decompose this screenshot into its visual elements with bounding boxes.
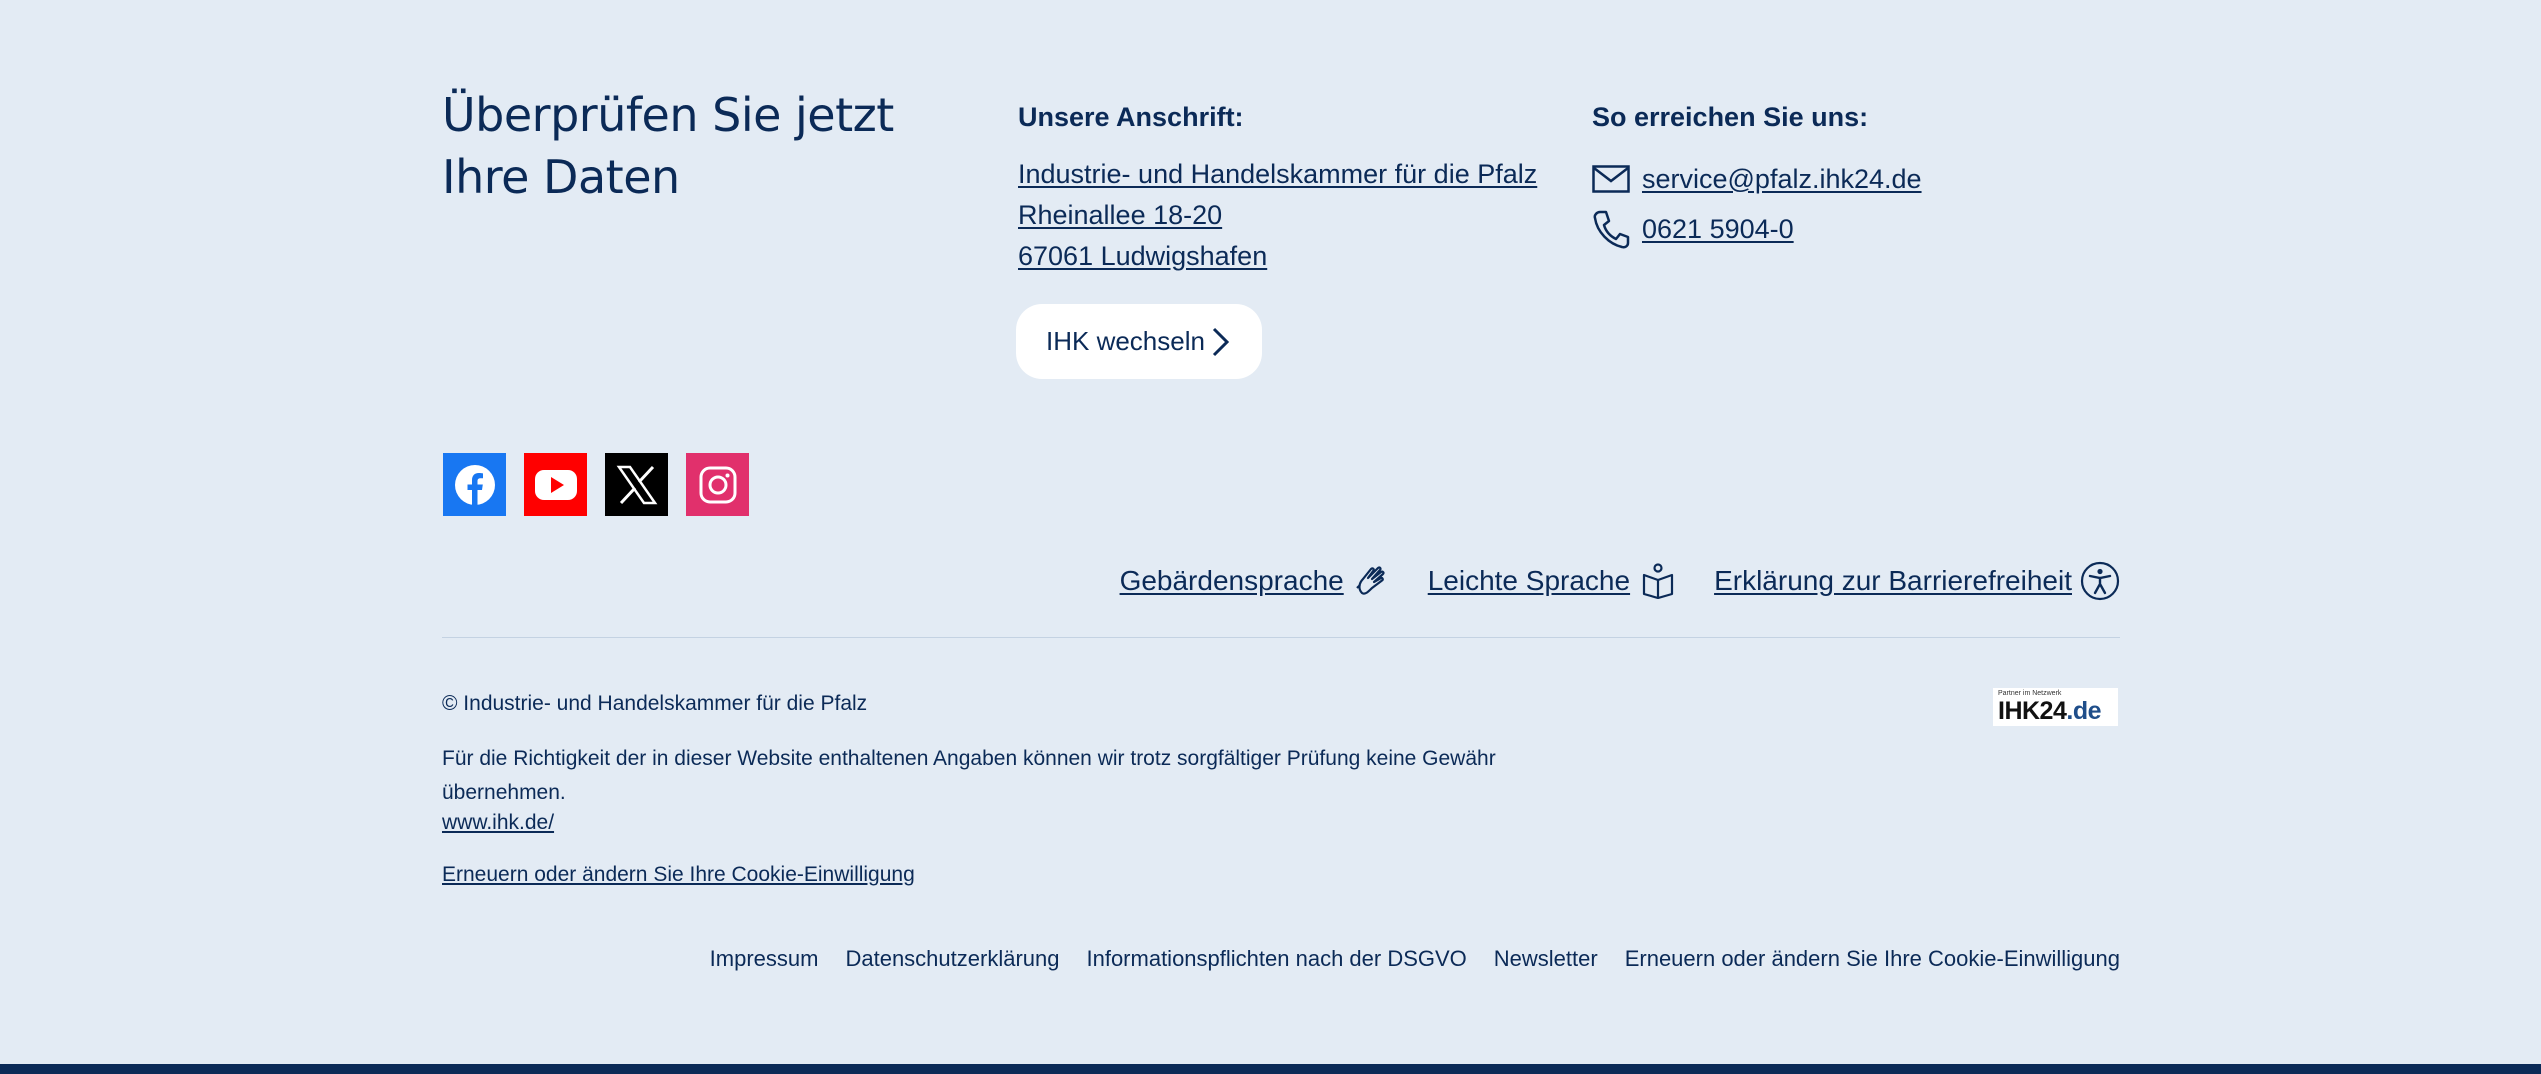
footer-divider — [442, 637, 2120, 638]
youtube-link[interactable] — [524, 453, 587, 516]
address-line-name[interactable]: Industrie- und Handelskammer für die Pfa… — [1018, 154, 1578, 195]
nav-cookie-consent[interactable]: Erneuern oder ändern Sie Ihre Cookie-Ein… — [1625, 944, 2120, 974]
logo-wordmark: IHK24.de — [1998, 698, 2115, 724]
mail-icon — [1592, 159, 1642, 199]
contact-email-link[interactable]: service@pfalz.ihk24.de — [1642, 164, 1922, 195]
social-links — [443, 453, 767, 516]
sign-language-icon — [1352, 561, 1392, 601]
accessibility-statement-link[interactable]: Erklärung zur Barrierefreiheit — [1714, 565, 2072, 597]
accessibility-icon — [2080, 561, 2120, 601]
bottom-nav: Impressum Datenschutzerklärung Informati… — [683, 944, 2120, 974]
address-column: Unsere Anschrift: Industrie- und Handels… — [1018, 100, 1578, 277]
instagram-icon — [699, 466, 736, 503]
copyright-text: © Industrie- und Handelskammer für die P… — [442, 692, 868, 715]
address-line-city[interactable]: 67061 Ludwigshafen — [1018, 236, 1578, 277]
ihk-switch-label: IHK wechseln — [1046, 326, 1205, 356]
nav-privacy[interactable]: Datenschutzerklärung — [845, 944, 1059, 974]
ihk24-logo[interactable]: Partner im Netzwerk IHK24.de — [1993, 688, 2118, 726]
phone-icon — [1592, 209, 1642, 249]
facebook-icon — [454, 464, 495, 505]
x-icon — [616, 465, 657, 504]
chevron-right-icon — [1212, 327, 1230, 357]
footer-heading: Überprüfen Sie jetzt Ihre Daten — [442, 88, 894, 204]
footer: Überprüfen Sie jetzt Ihre Daten Unsere A… — [442, 0, 2120, 1064]
sign-language-item: Gebärdensprache — [1120, 561, 1392, 601]
contact-phone-row: 0621 5904-0 — [1592, 204, 2112, 254]
nav-newsletter[interactable]: Newsletter — [1494, 944, 1598, 974]
book-info-icon — [1638, 561, 1678, 601]
ihk-website-link[interactable]: www.ihk.de/ — [442, 808, 554, 838]
instagram-link[interactable] — [686, 453, 749, 516]
contact-column: So erreichen Sie uns: service@pfalz.ihk2… — [1592, 100, 2112, 254]
contact-title: So erreichen Sie uns: — [1592, 102, 1869, 132]
easy-language-link[interactable]: Leichte Sprache — [1428, 565, 1630, 597]
logo-name: IHK24 — [1998, 697, 2067, 725]
accessibility-statement-item: Erklärung zur Barrierefreiheit — [1714, 561, 2120, 601]
easy-language-item: Leichte Sprache — [1428, 561, 1678, 601]
nav-impressum[interactable]: Impressum — [710, 944, 819, 974]
accessibility-links: Gebärdensprache Leichte Sprache Erklärun… — [1084, 558, 2120, 604]
x-link[interactable] — [605, 453, 668, 516]
nav-dsgvo-info[interactable]: Informationspflichten nach der DSGVO — [1086, 944, 1466, 974]
address-title: Unsere Anschrift: — [1018, 102, 1244, 132]
ihk-switch-button[interactable]: IHK wechseln — [1016, 304, 1262, 379]
footer-bottom-bar — [0, 1064, 2541, 1074]
cookie-consent-link[interactable]: Erneuern oder ändern Sie Ihre Cookie-Ein… — [442, 860, 915, 890]
logo-suffix: .de — [2066, 697, 2101, 725]
address-line-street[interactable]: Rheinallee 18-20 — [1018, 195, 1578, 236]
facebook-link[interactable] — [443, 453, 506, 516]
disclaimer-text: Für die Richtigkeit der in dieser Websit… — [442, 747, 1496, 804]
sign-language-link[interactable]: Gebärdensprache — [1120, 565, 1344, 597]
contact-phone-link[interactable]: 0621 5904-0 — [1642, 214, 1794, 245]
contact-email-row: service@pfalz.ihk24.de — [1592, 154, 2112, 204]
youtube-icon — [534, 469, 577, 500]
